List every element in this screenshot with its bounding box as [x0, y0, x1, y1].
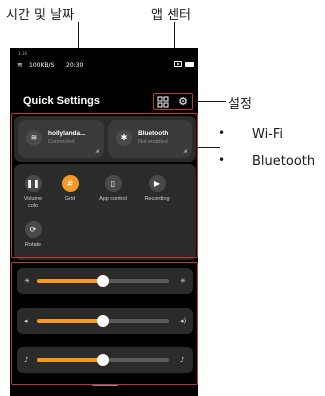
annotation-wifi: Wi-Fi: [252, 127, 284, 142]
annotation-app-center: 앱 센터: [151, 8, 192, 23]
status-network: 100KB/S: [29, 62, 55, 69]
status-wifi-icon: ≋: [17, 61, 23, 69]
status-tiny-text: 3:16: [18, 51, 27, 56]
highlight-header-icons: [153, 93, 193, 110]
annotation-settings: 설정: [228, 97, 252, 112]
leader-line-wifi-bt: [198, 147, 220, 148]
highlight-toggles: [11, 113, 198, 258]
status-time: 20:30: [66, 62, 84, 69]
battery-icon: [185, 62, 194, 67]
page-title: Quick Settings: [23, 95, 101, 107]
annotation-time-date: 시간 및 날짜: [6, 8, 75, 23]
bullet-icon: •: [218, 126, 226, 140]
highlight-sliders: [11, 262, 198, 385]
status-record-icon: [174, 61, 182, 67]
bullet-icon: •: [218, 153, 226, 167]
status-bar: 3:16 ≋ 100KB/S 20:30: [10, 48, 198, 70]
annotation-bluetooth: Bluetooth: [252, 154, 316, 169]
